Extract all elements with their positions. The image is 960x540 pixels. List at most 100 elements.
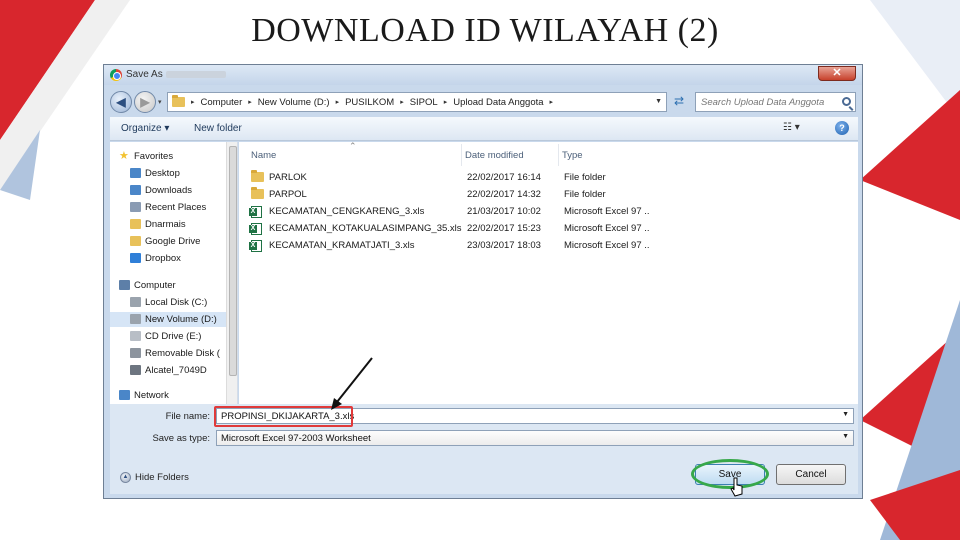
- star-icon: ★: [119, 150, 129, 162]
- column-divider[interactable]: [461, 144, 462, 166]
- change-view-icon[interactable]: ☷ ▾: [783, 122, 800, 133]
- nav-item-label: Recent Places: [145, 202, 207, 213]
- file-type: Microsoft Excel 97 ..: [564, 223, 650, 234]
- new-folder-button[interactable]: New folder: [194, 123, 242, 134]
- nav-item-network[interactable]: Network: [110, 388, 226, 403]
- breadcrumb-new-volume[interactable]: New Volume (D:): [258, 97, 330, 108]
- nav-item-google-drive[interactable]: Google Drive: [110, 234, 226, 249]
- save-options-panel: File name: PROPINSI_DKIJAKARTA_3.xls ▼ S…: [110, 404, 858, 497]
- hide-folders-button[interactable]: ▲ Hide Folders: [120, 472, 189, 483]
- address-bar[interactable]: ▸ Computer ▸ New Volume (D:) ▸ PUSILKOM …: [167, 92, 667, 112]
- nav-item-downloads[interactable]: Downloads: [110, 183, 226, 198]
- organize-button[interactable]: Organize ▾: [121, 123, 169, 134]
- scrollbar-thumb[interactable]: [229, 146, 237, 376]
- nav-item-label: Local Disk (C:): [145, 297, 208, 308]
- nav-item-local-disk-c[interactable]: Local Disk (C:): [110, 295, 226, 310]
- column-header-type[interactable]: Type: [562, 150, 583, 161]
- file-name: KECAMATAN_KRAMATJATI_3.xls: [269, 240, 415, 251]
- cancel-button[interactable]: Cancel: [776, 464, 846, 485]
- save-as-dialog: Save As ✕ ◀ ▶ ▾ ▸ Computer ▸ New Volume …: [103, 64, 863, 499]
- nav-item-dnarmais[interactable]: Dnarmais: [110, 217, 226, 232]
- hide-folders-label: Hide Folders: [135, 472, 189, 484]
- chevron-right-icon[interactable]: ▸: [336, 98, 340, 106]
- recent-places-icon: [130, 202, 141, 212]
- chevron-up-icon: ▲: [120, 472, 131, 483]
- file-row[interactable]: KECAMATAN_KRAMATJATI_3.xls 23/03/2017 18:…: [247, 237, 847, 254]
- breadcrumb-sipol[interactable]: SIPOL: [410, 97, 438, 108]
- nav-item-recent-places[interactable]: Recent Places: [110, 200, 226, 215]
- refresh-icon[interactable]: ⇄: [671, 94, 687, 110]
- file-type: File folder: [564, 172, 606, 183]
- network-icon: [119, 390, 130, 400]
- file-date-modified: 21/03/2017 10:02: [467, 206, 541, 217]
- chevron-right-icon[interactable]: ▸: [400, 98, 404, 106]
- nav-item-desktop[interactable]: Desktop: [110, 166, 226, 181]
- chevron-right-icon[interactable]: ▸: [550, 98, 554, 106]
- nav-item-favorites[interactable]: ★ Favorites: [110, 149, 226, 164]
- column-header-name[interactable]: Name: [251, 150, 276, 161]
- address-dropdown-icon[interactable]: ▼: [655, 98, 662, 105]
- help-icon[interactable]: ?: [835, 121, 849, 135]
- back-button[interactable]: ◀: [110, 91, 132, 113]
- nav-item-new-volume-d[interactable]: New Volume (D:): [110, 312, 226, 327]
- folder-icon: [251, 187, 264, 199]
- nav-item-alcatel-7049d[interactable]: Alcatel_7049D: [110, 363, 226, 378]
- file-row[interactable]: KECAMATAN_CENGKARENG_3.xls 21/03/2017 10:…: [247, 203, 847, 220]
- nav-item-label: New Volume (D:): [145, 314, 217, 325]
- column-header-date-modified[interactable]: Date modified: [465, 150, 524, 161]
- disk-icon: [130, 297, 141, 307]
- file-name: KECAMATAN_CENGKARENG_3.xls: [269, 206, 425, 217]
- excel-file-icon: [249, 240, 262, 252]
- column-divider[interactable]: [558, 144, 559, 166]
- desktop-icon: [130, 168, 141, 178]
- file-type: File folder: [564, 189, 606, 200]
- navigation-bar: ◀ ▶ ▾ ▸ Computer ▸ New Volume (D:) ▸ PUS…: [104, 87, 862, 115]
- excel-file-icon: [249, 223, 262, 235]
- chevron-right-icon[interactable]: ▸: [191, 98, 195, 106]
- chevron-right-icon[interactable]: ▸: [444, 98, 448, 106]
- file-name-label: File name:: [165, 411, 210, 422]
- sort-ascending-icon: ⌃: [349, 141, 357, 151]
- chrome-icon: [110, 69, 122, 81]
- breadcrumb-upload-data-anggota[interactable]: Upload Data Anggota: [453, 97, 543, 108]
- nav-item-computer[interactable]: Computer: [110, 278, 226, 293]
- nav-item-cd-drive-e[interactable]: CD Drive (E:): [110, 329, 226, 344]
- breadcrumb-computer[interactable]: Computer: [201, 97, 243, 108]
- navigation-scrollbar[interactable]: [226, 142, 237, 404]
- chevron-down-icon[interactable]: ▼: [842, 433, 849, 440]
- folder-icon: [251, 170, 264, 182]
- file-date-modified: 22/02/2017 14:32: [467, 189, 541, 200]
- file-row[interactable]: PARLOK 22/02/2017 16:14 File folder: [247, 169, 847, 186]
- file-row[interactable]: PARPOL 22/02/2017 14:32 File folder: [247, 186, 847, 203]
- file-row[interactable]: KECAMATAN_KOTAKUALASIMPANG_35.xls 22/02/2…: [247, 220, 847, 237]
- search-icon[interactable]: [842, 97, 851, 106]
- file-list-pane: Name ⌃ Date modified Type PARLOK 22/02/20…: [239, 141, 858, 404]
- nav-item-label: Google Drive: [145, 236, 201, 247]
- search-placeholder: Search Upload Data Anggota: [701, 97, 825, 108]
- file-name: KECAMATAN_KOTAKUALASIMPANG_35.xls: [269, 223, 462, 234]
- chevron-right-icon[interactable]: ▸: [248, 98, 252, 106]
- file-name-highlight: [214, 406, 353, 427]
- forward-button[interactable]: ▶: [134, 91, 156, 113]
- nav-item-label: Network: [134, 390, 169, 401]
- downloads-icon: [130, 185, 141, 195]
- nav-item-label: Desktop: [145, 168, 180, 179]
- save-as-type-select[interactable]: Microsoft Excel 97-2003 Worksheet ▼: [216, 430, 854, 446]
- save-as-type-label: Save as type:: [152, 433, 210, 444]
- dialog-title: Save As: [126, 69, 163, 80]
- file-name: PARPOL: [269, 189, 307, 200]
- nav-item-removable-disk[interactable]: Removable Disk (: [110, 346, 226, 361]
- file-name: PARLOK: [269, 172, 307, 183]
- breadcrumb-pusilkom[interactable]: PUSILKOM: [345, 97, 394, 108]
- file-date-modified: 22/02/2017 16:14: [467, 172, 541, 183]
- excel-file-icon: [249, 206, 262, 218]
- recent-locations-dropdown-icon[interactable]: ▾: [158, 98, 162, 106]
- nav-item-dropbox[interactable]: Dropbox: [110, 251, 226, 266]
- chevron-down-icon[interactable]: ▼: [842, 411, 849, 418]
- file-type: Microsoft Excel 97 ..: [564, 240, 650, 251]
- nav-item-label: Downloads: [145, 185, 192, 196]
- blurred-title-region: [166, 71, 226, 78]
- close-button[interactable]: ✕: [818, 66, 856, 81]
- removable-disk-icon: [130, 348, 141, 358]
- search-input[interactable]: Search Upload Data Anggota: [695, 92, 856, 112]
